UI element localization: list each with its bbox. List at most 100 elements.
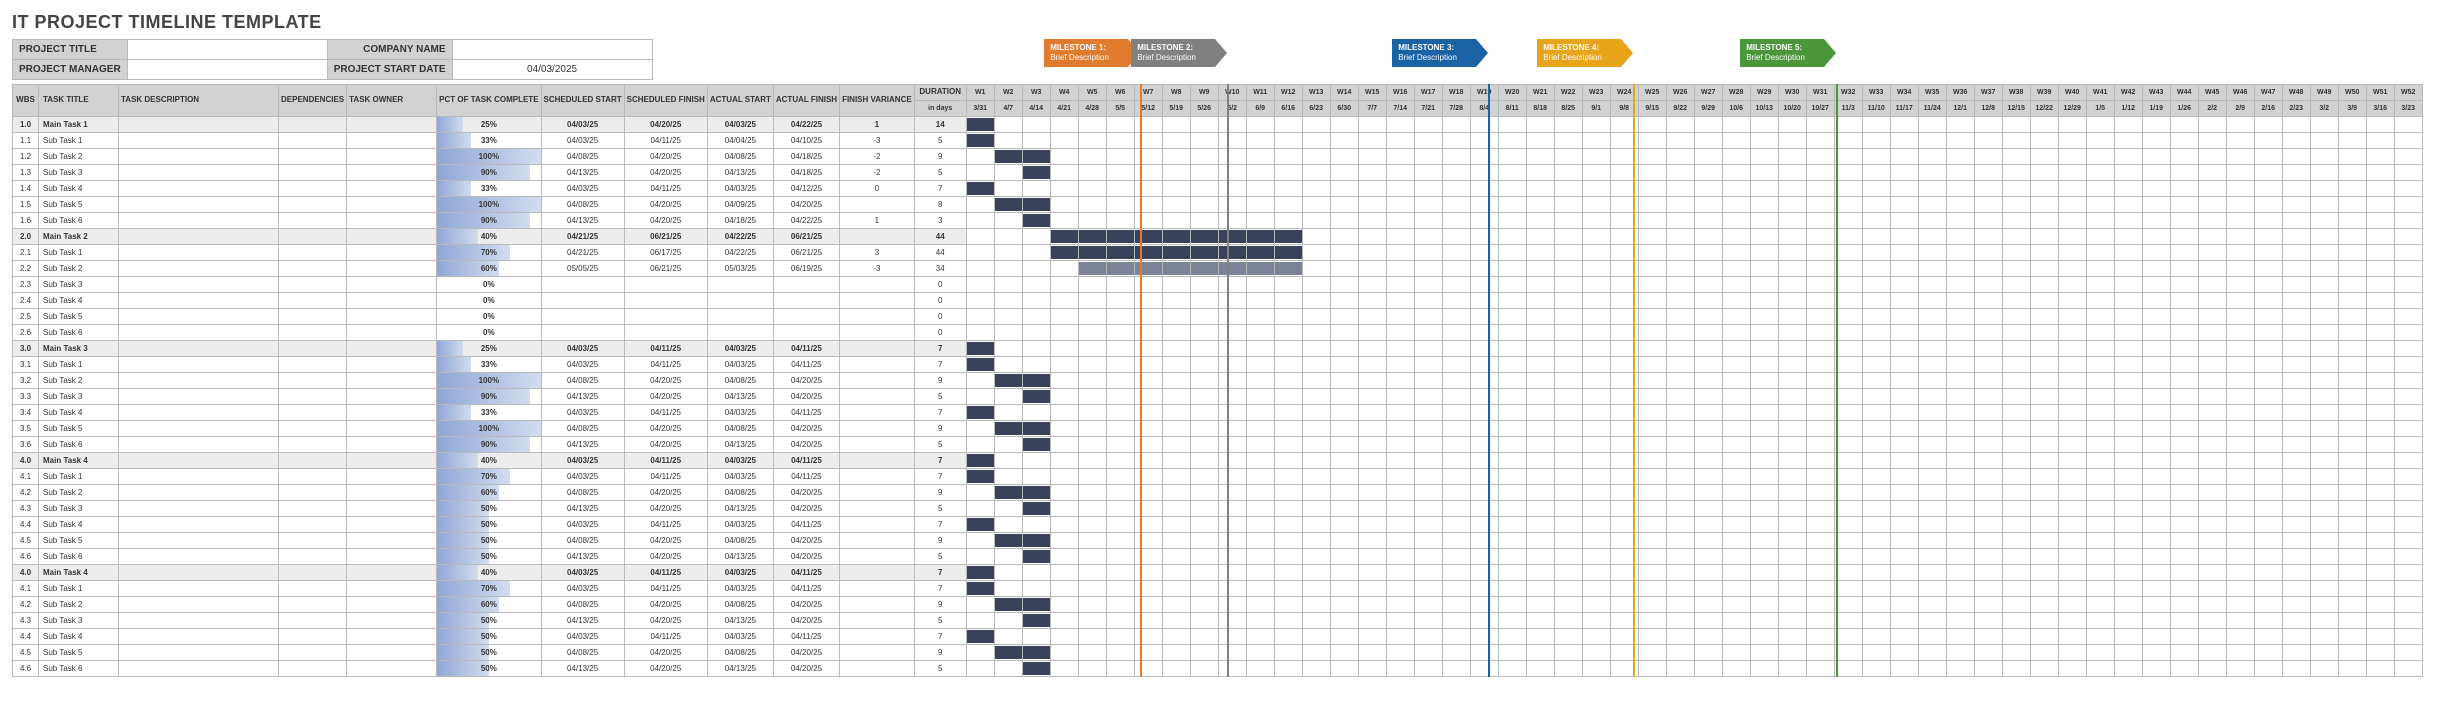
gantt-cell[interactable]: [1358, 229, 1386, 245]
cell-own[interactable]: [347, 613, 437, 629]
gantt-cell[interactable]: [1330, 485, 1358, 501]
gantt-cell[interactable]: [1862, 229, 1890, 245]
cell-own[interactable]: [347, 645, 437, 661]
gantt-cell[interactable]: [2198, 261, 2226, 277]
gantt-cell[interactable]: [1190, 453, 1218, 469]
gantt-cell[interactable]: [1750, 661, 1778, 677]
gantt-cell[interactable]: [1974, 533, 2002, 549]
gantt-cell[interactable]: [1470, 645, 1498, 661]
gantt-cell[interactable]: [2058, 213, 2086, 229]
gantt-cell[interactable]: [1274, 661, 1302, 677]
cell-dur[interactable]: 7: [914, 469, 966, 485]
gantt-cell[interactable]: [2254, 149, 2282, 165]
gantt-cell[interactable]: [1638, 357, 1666, 373]
gantt-cell[interactable]: [1050, 309, 1078, 325]
gantt-cell[interactable]: [2002, 597, 2030, 613]
gantt-cell[interactable]: [1638, 469, 1666, 485]
gantt-cell[interactable]: [1218, 149, 1246, 165]
gantt-cell[interactable]: [1694, 597, 1722, 613]
gantt-cell[interactable]: [1778, 181, 1806, 197]
gantt-cell[interactable]: [2142, 325, 2170, 341]
gantt-cell[interactable]: [1386, 549, 1414, 565]
gantt-cell[interactable]: [1918, 405, 1946, 421]
gantt-cell[interactable]: [1694, 325, 1722, 341]
gantt-cell[interactable]: [1862, 629, 1890, 645]
gantt-cell[interactable]: [1414, 613, 1442, 629]
gantt-cell[interactable]: [2394, 277, 2422, 293]
cell-fv[interactable]: [840, 565, 915, 581]
cell-date[interactable]: 04/21/25: [541, 229, 624, 245]
gantt-cell[interactable]: [1302, 453, 1330, 469]
gantt-cell[interactable]: [2142, 197, 2170, 213]
gantt-cell[interactable]: [2030, 341, 2058, 357]
gantt-cell[interactable]: [2086, 517, 2114, 533]
gantt-cell[interactable]: [2310, 325, 2338, 341]
gantt-cell[interactable]: [2254, 629, 2282, 645]
gantt-cell[interactable]: [1890, 549, 1918, 565]
cell-td[interactable]: [119, 469, 279, 485]
gantt-cell[interactable]: [1526, 181, 1554, 197]
gantt-cell[interactable]: [1526, 629, 1554, 645]
gantt-cell[interactable]: [1498, 533, 1526, 549]
gantt-cell[interactable]: [1078, 165, 1106, 181]
gantt-cell[interactable]: [1498, 389, 1526, 405]
gantt-cell[interactable]: [1778, 373, 1806, 389]
gantt-cell[interactable]: [1946, 581, 1974, 597]
gantt-cell[interactable]: [2114, 261, 2142, 277]
gantt-cell[interactable]: [1470, 277, 1498, 293]
gantt-cell[interactable]: [1162, 165, 1190, 181]
gantt-cell[interactable]: [1386, 229, 1414, 245]
gantt-cell[interactable]: [1918, 613, 1946, 629]
cell-wbs[interactable]: 1.5: [13, 197, 39, 213]
cell-td[interactable]: [119, 437, 279, 453]
gantt-cell[interactable]: [1806, 149, 1834, 165]
gantt-cell[interactable]: [1246, 181, 1274, 197]
gantt-cell[interactable]: [1190, 373, 1218, 389]
gantt-cell[interactable]: [2198, 325, 2226, 341]
gantt-cell[interactable]: [1330, 549, 1358, 565]
cell-dep[interactable]: [279, 661, 347, 677]
gantt-cell[interactable]: [1106, 421, 1134, 437]
gantt-cell[interactable]: [1722, 469, 1750, 485]
gantt-cell[interactable]: [1190, 213, 1218, 229]
cell-tt[interactable]: Sub Task 3: [39, 277, 119, 293]
gantt-cell[interactable]: [2058, 261, 2086, 277]
gantt-cell[interactable]: [1386, 357, 1414, 373]
gantt-cell[interactable]: [1554, 661, 1582, 677]
gantt-cell[interactable]: [2030, 517, 2058, 533]
gantt-cell[interactable]: [2366, 213, 2394, 229]
cell-pct[interactable]: 90%: [437, 389, 541, 405]
gantt-cell[interactable]: [1946, 197, 1974, 213]
gantt-cell[interactable]: [1582, 597, 1610, 613]
cell-pct[interactable]: 90%: [437, 165, 541, 181]
gantt-cell[interactable]: [2058, 437, 2086, 453]
cell-date[interactable]: 04/08/25: [707, 485, 773, 501]
gantt-cell[interactable]: [1946, 181, 1974, 197]
gantt-cell[interactable]: [1666, 453, 1694, 469]
gantt-cell[interactable]: [2198, 197, 2226, 213]
gantt-cell[interactable]: [1638, 581, 1666, 597]
cell-dep[interactable]: [279, 597, 347, 613]
gantt-cell[interactable]: [1442, 661, 1470, 677]
gantt-cell[interactable]: [2310, 501, 2338, 517]
gantt-cell[interactable]: [2142, 485, 2170, 501]
gantt-cell[interactable]: [1918, 309, 1946, 325]
gantt-cell[interactable]: [2338, 581, 2366, 597]
gantt-cell[interactable]: [1918, 357, 1946, 373]
gantt-cell[interactable]: [1134, 629, 1162, 645]
gantt-cell[interactable]: [2366, 341, 2394, 357]
gantt-cell[interactable]: [2170, 565, 2198, 581]
gantt-cell[interactable]: [1946, 117, 1974, 133]
gantt-cell[interactable]: [1806, 261, 1834, 277]
cell-date[interactable]: 04/20/25: [624, 613, 707, 629]
gantt-cell[interactable]: [1498, 245, 1526, 261]
cell-td[interactable]: [119, 629, 279, 645]
cell-date[interactable]: 04/13/25: [541, 437, 624, 453]
gantt-cell[interactable]: [1694, 405, 1722, 421]
gantt-cell[interactable]: [2142, 405, 2170, 421]
cell-date[interactable]: 04/20/25: [624, 597, 707, 613]
cell-tt[interactable]: Sub Task 2: [39, 485, 119, 501]
gantt-cell[interactable]: [1498, 165, 1526, 181]
gantt-cell[interactable]: [1022, 357, 1050, 373]
gantt-cell[interactable]: [1050, 661, 1078, 677]
